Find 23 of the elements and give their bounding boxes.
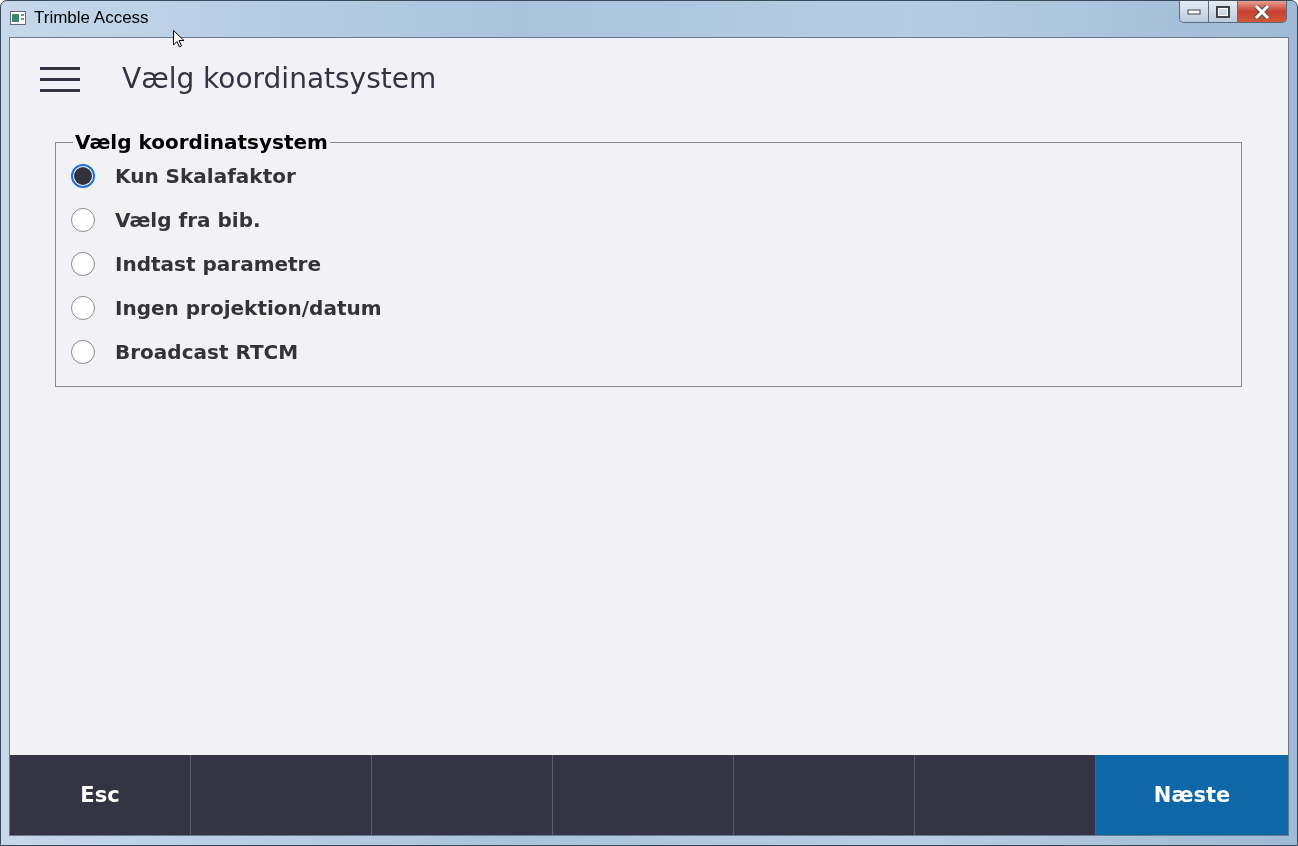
- maximize-button[interactable]: [1209, 1, 1238, 22]
- group-legend: Vælg koordinatsystem: [73, 130, 330, 154]
- radio-button[interactable]: [71, 340, 95, 364]
- option-label[interactable]: Vælg fra bib.: [115, 208, 261, 232]
- next-button[interactable]: Næste: [1096, 755, 1288, 835]
- option-label[interactable]: Ingen projektion/datum: [115, 296, 382, 320]
- minimize-icon: [1187, 8, 1201, 15]
- minimize-button[interactable]: [1180, 1, 1209, 22]
- app-icon: [10, 11, 26, 25]
- option-label[interactable]: Indtast parametre: [115, 252, 322, 276]
- close-icon: [1254, 4, 1270, 19]
- window-title: Trimble Access: [34, 8, 149, 28]
- radio-button[interactable]: [71, 208, 95, 232]
- radio-button[interactable]: [71, 164, 95, 188]
- radio-button[interactable]: [71, 252, 95, 276]
- mouse-pointer-icon: [173, 30, 185, 48]
- option-label[interactable]: Broadcast RTCM: [115, 340, 299, 364]
- menu-button[interactable]: [40, 67, 80, 93]
- maximize-icon: [1216, 5, 1230, 18]
- option-label[interactable]: Kun Skalafaktor: [115, 164, 296, 188]
- page-title: Vælg koordinatsystem: [122, 61, 437, 95]
- close-button[interactable]: [1238, 1, 1286, 22]
- radio-button[interactable]: [71, 296, 95, 320]
